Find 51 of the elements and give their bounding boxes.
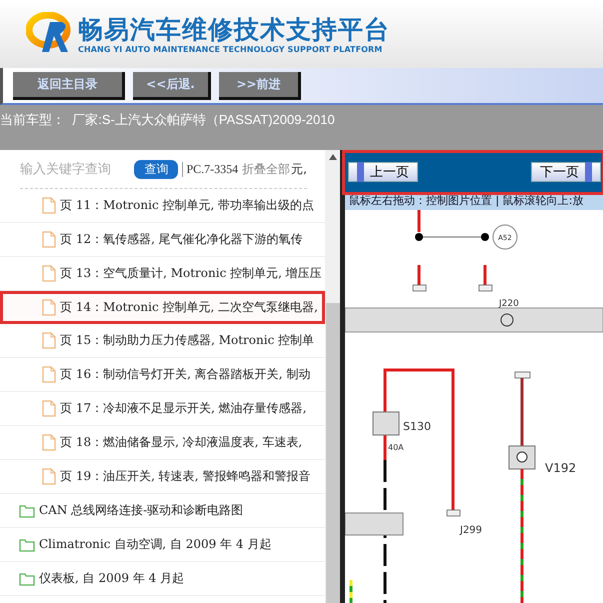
search-button[interactable]: 查询 bbox=[134, 160, 178, 178]
document-icon bbox=[42, 434, 56, 451]
tree-row[interactable]: 页 18：燃油储备显示, 冷却液温度表, 车速表, bbox=[0, 426, 325, 460]
diagram-label: J220 bbox=[499, 299, 519, 309]
tree-item[interactable]: CAN 总线网络连接-驱动和诊断电路图 bbox=[39, 502, 244, 519]
tree-item[interactable]: 页 12：氧传感器, 尾气催化净化器下游的氧传 bbox=[60, 231, 303, 248]
tree-item[interactable]: 页 11：Motronic 控制单元, 带功率输出级的点 bbox=[60, 197, 314, 214]
next-page-button[interactable]: 下一页 bbox=[531, 162, 601, 182]
tree-item[interactable]: Climatronic 自动空调, 自 2009 年 4 月起 bbox=[39, 536, 272, 553]
previous-page-button[interactable]: 上一页 bbox=[348, 162, 418, 182]
current-model-text: 当前车型： 厂家:S-上汽大众帕萨特（PASSAT)2009-2010 bbox=[0, 112, 335, 127]
tree-row[interactable]: 页 12：氧传感器, 尾气催化净化器下游的氧传 bbox=[0, 223, 325, 257]
tree-row[interactable]: 页 15：制动助力压力传感器, Motronic 控制单 bbox=[0, 324, 325, 358]
tree-row[interactable]: 仪表板, 自 2009 年 4 月起 bbox=[0, 562, 325, 596]
document-icon bbox=[42, 197, 56, 214]
diagram-label: S130 bbox=[403, 420, 431, 433]
site-subtitle: CHANG YI AUTO MAINTENANCE TECHNOLOGY SUPPORT PLATFORM bbox=[78, 44, 384, 54]
tree-item[interactable]: 页 18：燃油储备显示, 冷却液温度表, 车速表, bbox=[60, 434, 302, 451]
site-title: 畅易汽车维修技术支持平台 bbox=[78, 14, 390, 44]
overlapped-text: 元, bbox=[291, 160, 307, 178]
tree-row[interactable]: 页 14：Motronic 控制单元, 二次空气泵继电器, bbox=[0, 291, 325, 324]
page-code-text: PC.7-3354 bbox=[182, 162, 238, 176]
document-icon bbox=[42, 468, 56, 485]
tree-item[interactable]: 页 16：制动信号灯开关, 离合器踏板开关, 制动 bbox=[60, 366, 310, 383]
tree-row[interactable]: 页 11：Motronic 控制单元, 带功率输出级的点 bbox=[0, 189, 325, 223]
document-icon bbox=[42, 231, 56, 248]
diagram-label: 40A bbox=[388, 443, 404, 452]
tree-row[interactable]: Climatronic 自动空调, 自 2009 年 4 月起 bbox=[0, 528, 325, 562]
document-icon bbox=[42, 332, 56, 349]
document-icon bbox=[42, 299, 56, 316]
tree-row[interactable]: 页 19：油压开关, 转速表, 警报蜂鸣器和警报音 bbox=[0, 460, 325, 494]
tree-item[interactable]: 仪表板, 自 2009 年 4 月起 bbox=[39, 570, 184, 587]
folder-icon bbox=[19, 572, 35, 586]
tree-item[interactable]: 页 14：Motronic 控制单元, 二次空气泵继电器, bbox=[60, 299, 318, 316]
tree-item[interactable]: 页 15：制动助力压力传感器, Motronic 控制单 bbox=[60, 332, 314, 349]
tree-item[interactable]: 页 17：冷却液不足显示开关, 燃油存量传感器, bbox=[60, 400, 307, 417]
folder-icon bbox=[19, 504, 35, 518]
document-icon bbox=[42, 265, 56, 282]
folder-icon bbox=[19, 538, 35, 552]
collapse-all-link[interactable]: 折叠全部 bbox=[242, 160, 290, 178]
tree-item[interactable]: 页 19：油压开关, 转速表, 警报蜂鸣器和警报音 bbox=[60, 468, 310, 485]
document-icon bbox=[42, 400, 56, 417]
tree-item[interactable]: 页 13：空气质量计, Motronic 控制单元, 增压压 bbox=[60, 265, 322, 282]
scroll-up-icon[interactable] bbox=[328, 154, 336, 160]
document-icon bbox=[42, 366, 56, 383]
diagram-label: V192 bbox=[545, 461, 576, 475]
scrollbar[interactable] bbox=[325, 150, 340, 603]
diagram-label: J299 bbox=[460, 525, 482, 536]
tree-row[interactable]: 页 17：冷却液不足显示开关, 燃油存量传感器, bbox=[0, 392, 325, 426]
tree-row[interactable]: 页 16：制动信号灯开关, 离合器踏板开关, 制动 bbox=[0, 358, 325, 392]
tree-row[interactable]: CAN 总线网络连接-驱动和诊断电路图 bbox=[0, 494, 325, 528]
